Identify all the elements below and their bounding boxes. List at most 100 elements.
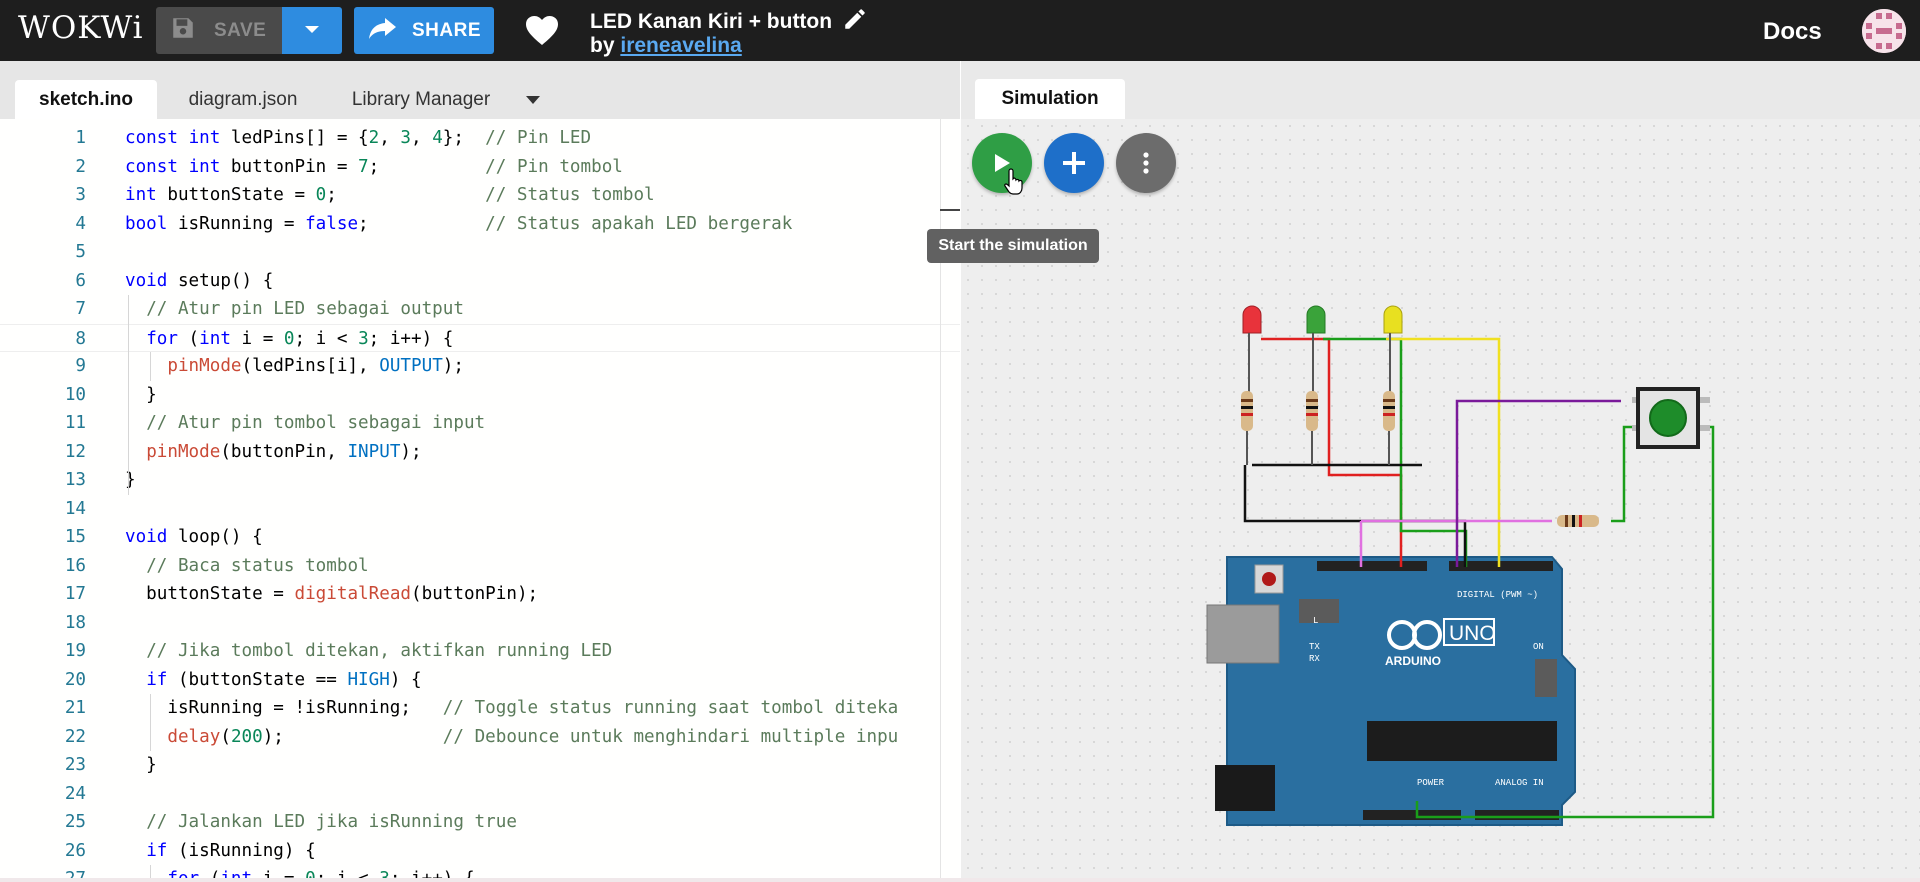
more-options-button[interactable] xyxy=(1116,133,1176,193)
led-red xyxy=(1242,305,1262,395)
line-number: 1 xyxy=(75,128,86,148)
on-led-label: ON xyxy=(1533,642,1544,652)
code-line[interactable]: 26 if (isRunning) { xyxy=(0,837,960,866)
code-text: const int buttonPin = 7; // Pin tombol xyxy=(125,156,623,177)
code-line[interactable]: 14 xyxy=(0,495,960,524)
line-number: 23 xyxy=(64,755,86,775)
code-text: isRunning = !isRunning; // Toggle status… xyxy=(125,698,899,718)
add-part-button[interactable] xyxy=(1044,133,1104,193)
line-number: 20 xyxy=(64,669,86,690)
line-number: 3 xyxy=(75,185,86,205)
tab-simulation[interactable]: Simulation xyxy=(975,79,1125,119)
mouse-pointer-icon xyxy=(1003,167,1027,200)
code-text: // Atur pin tombol sebagai input xyxy=(146,413,486,433)
pencil-icon[interactable] xyxy=(842,6,868,38)
line-number: 9 xyxy=(75,356,86,376)
code-line[interactable]: 2 const int buttonPin = 7; // Pin tombol xyxy=(0,153,960,182)
code-line[interactable]: 15 void loop() { xyxy=(0,523,960,552)
share-icon xyxy=(368,16,398,45)
start-simulation-tooltip: Start the simulation xyxy=(927,229,1099,263)
code-line[interactable]: 25 // Jalankan LED jika isRunning true xyxy=(0,808,960,837)
code-text: delay(200); // Debounce untuk menghindar… xyxy=(167,726,899,747)
project-title-text: LED Kanan Kiri + button xyxy=(590,10,833,33)
more-vertical-icon xyxy=(1143,152,1149,174)
code-line[interactable]: 8 for (int i = 0; i < 3; i++) { xyxy=(0,323,960,352)
board-model-label: UNO xyxy=(1449,622,1496,645)
circuit-diagram: ARDUINO UNO DIGITAL (PWM ~) ANALOG IN PO… xyxy=(1206,305,1715,826)
scroll-position-mark xyxy=(940,209,960,211)
code-area[interactable]: 1 const int ledPins[] = {2, 3, 4}; // Pin… xyxy=(0,119,960,881)
power-pins-label: POWER xyxy=(1417,778,1445,788)
resistor-1 xyxy=(1241,391,1253,465)
resistor-button xyxy=(1557,515,1599,527)
bottom-edge xyxy=(0,878,1920,882)
author-link[interactable]: ireneavelina xyxy=(620,34,741,57)
code-line[interactable]: 4 bool isRunning = false; // Status apaka… xyxy=(0,210,960,239)
line-number: 12 xyxy=(64,441,86,462)
digital-pins-label: DIGITAL (PWM ~) xyxy=(1457,590,1538,600)
code-line[interactable]: 13} xyxy=(0,466,960,495)
wokwi-logo[interactable]: WOKWi xyxy=(18,10,144,46)
led-green xyxy=(1306,305,1326,395)
project-author: by ireneavelina xyxy=(590,34,742,58)
line-number: 25 xyxy=(64,812,86,832)
code-line[interactable]: 17 buttonState = digitalRead(buttonPin); xyxy=(0,580,960,609)
code-line[interactable]: 6 void setup() { xyxy=(0,267,960,296)
heart-icon[interactable] xyxy=(526,16,558,51)
code-line[interactable]: 9 pinMode(ledPins[i], OUTPUT); xyxy=(0,352,960,381)
share-button[interactable]: SHARE xyxy=(354,7,494,54)
code-line[interactable]: 20 if (buttonState == HIGH) { xyxy=(0,666,960,695)
tab-diagram-json[interactable]: diagram.json xyxy=(168,80,318,119)
code-line[interactable]: 10 } xyxy=(0,381,960,410)
l-led-label: L xyxy=(1313,616,1318,626)
rx-label: RX xyxy=(1309,654,1320,664)
code-text: void setup() { xyxy=(125,270,274,291)
by-prefix: by xyxy=(590,34,615,57)
led-yellow xyxy=(1383,305,1403,395)
indent-guide xyxy=(150,352,151,381)
line-number: 14 xyxy=(64,498,86,519)
save-label: SAVE xyxy=(214,19,267,41)
code-text: int buttonState = 0; // Status tombol xyxy=(125,185,655,205)
top-bar: WOKWi SAVE SHARE LED Kanan Kiri + button… xyxy=(0,0,1920,61)
arduino-uno-board: ARDUINO UNO DIGITAL (PWM ~) ANALOG IN PO… xyxy=(1206,556,1576,826)
code-line[interactable]: 11 // Atur pin tombol sebagai input xyxy=(0,409,960,438)
code-line[interactable]: 1 const int ledPins[] = {2, 3, 4}; // Pin… xyxy=(0,124,960,153)
code-line[interactable]: 24 xyxy=(0,780,960,809)
line-number: 10 xyxy=(64,384,86,405)
avatar[interactable] xyxy=(1862,9,1906,53)
code-line[interactable]: 3 int buttonState = 0; // Status tombol xyxy=(0,181,960,210)
code-text: for (int i = 0; i < 3; i++) { xyxy=(146,328,454,349)
line-number: 4 xyxy=(75,213,86,234)
code-line[interactable]: 5 xyxy=(0,238,960,267)
save-options-button[interactable] xyxy=(282,7,342,54)
resistor-2 xyxy=(1306,391,1318,465)
tab-library-manager[interactable]: Library Manager xyxy=(330,80,512,119)
editor-tabs: sketch.ino diagram.json Library Manager xyxy=(0,61,960,119)
code-line[interactable]: 12 pinMode(buttonPin, INPUT); xyxy=(0,438,960,467)
code-text: // Jalankan LED jika isRunning true xyxy=(146,812,517,832)
code-line[interactable]: 22 delay(200); // Debounce untuk menghin… xyxy=(0,723,960,752)
save-button[interactable]: SAVE xyxy=(156,7,282,54)
wire-purple xyxy=(1455,399,1621,567)
caret-down-icon xyxy=(526,95,540,104)
tx-label: TX xyxy=(1309,642,1320,652)
code-line[interactable]: 23 } xyxy=(0,751,960,780)
tabs-dropdown-button[interactable] xyxy=(518,80,548,119)
code-text: // Baca status tombol xyxy=(146,555,369,576)
code-line[interactable]: 7 // Atur pin LED sebagai output xyxy=(0,295,960,324)
power-jack xyxy=(1215,765,1275,811)
simulation-canvas[interactable]: ARDUINO UNO DIGITAL (PWM ~) ANALOG IN PO… xyxy=(927,119,1920,882)
line-number: 2 xyxy=(75,156,86,177)
code-line[interactable]: 21 isRunning = !isRunning; // Toggle sta… xyxy=(0,694,960,723)
tab-sketch-ino[interactable]: sketch.ino xyxy=(15,80,157,119)
docs-link[interactable]: Docs xyxy=(1763,18,1822,46)
line-number: 24 xyxy=(64,783,86,804)
start-simulation-button[interactable]: Start the simulation xyxy=(927,133,1099,263)
reset-button xyxy=(1262,572,1276,586)
wire-green xyxy=(1323,337,1468,567)
code-line[interactable]: 19 // Jika tombol ditekan, aktifkan runn… xyxy=(0,637,960,666)
line-number: 18 xyxy=(64,612,86,633)
code-line[interactable]: 18 xyxy=(0,609,960,638)
code-line[interactable]: 16 // Baca status tombol xyxy=(0,552,960,581)
